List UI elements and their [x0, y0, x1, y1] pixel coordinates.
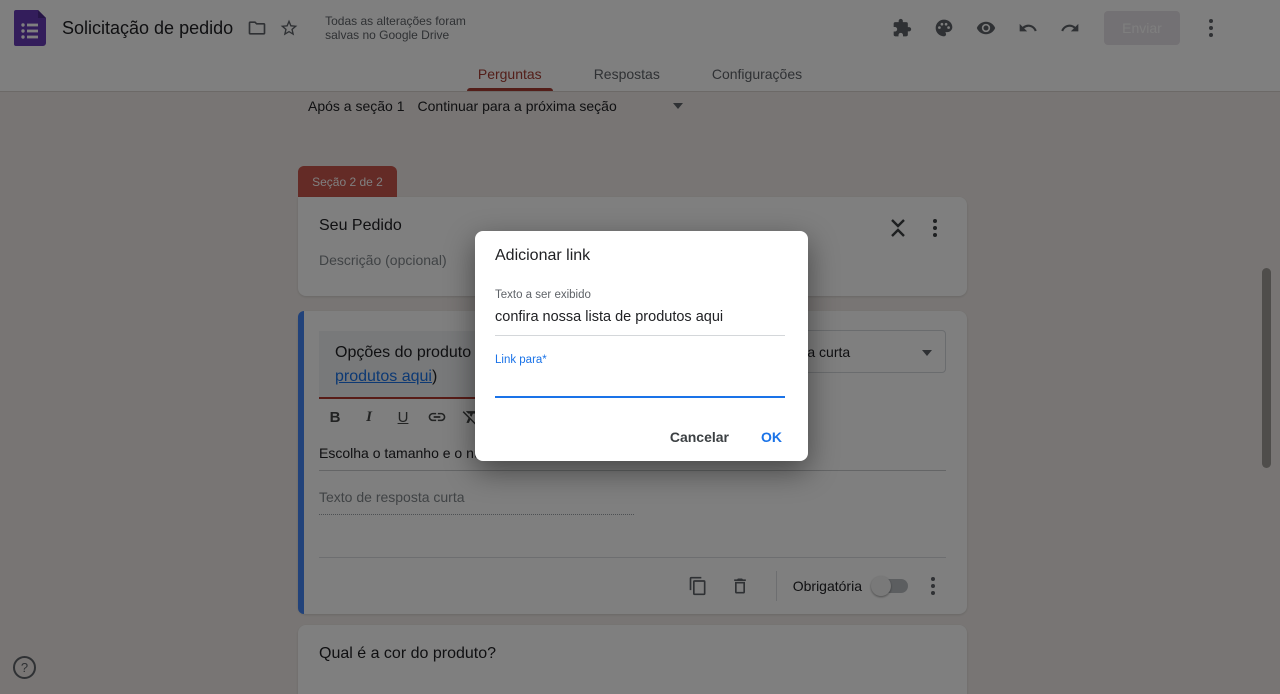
google-forms-editor: Solicitação de pedido Todas as alteraçõe…: [0, 0, 1280, 694]
display-text-label: Texto a ser exibido: [495, 289, 591, 301]
link-to-input[interactable]: [495, 396, 785, 398]
display-text-underline: [495, 335, 785, 336]
dialog-title: Adicionar link: [495, 247, 591, 264]
display-text-input[interactable]: confira nossa lista de produtos aqui: [495, 309, 723, 325]
add-link-dialog: Adicionar link Texto a ser exibido confi…: [475, 231, 808, 461]
ok-button[interactable]: OK: [749, 421, 794, 453]
link-to-label: Link para*: [495, 354, 547, 366]
cancel-button[interactable]: Cancelar: [658, 421, 741, 453]
